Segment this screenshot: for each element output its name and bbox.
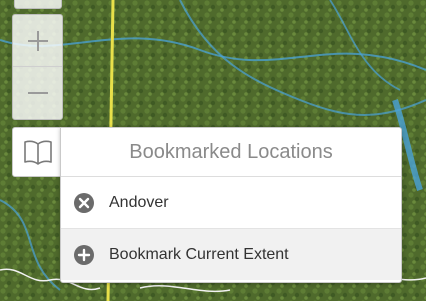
bookmark-item-label: Andover	[109, 193, 169, 211]
minus-icon	[27, 91, 48, 94]
map-control-top-stub	[14, 0, 62, 9]
bookmarks-panel-title: Bookmarked Locations	[61, 128, 401, 177]
bookmark-item-andover[interactable]: Andover	[61, 177, 401, 228]
book-icon	[23, 140, 52, 165]
plus-icon	[27, 30, 48, 51]
bookmarks-toggle-button[interactable]	[12, 127, 63, 177]
zoom-in-button[interactable]	[13, 15, 62, 66]
zoom-out-button[interactable]	[13, 66, 62, 118]
bookmark-current-extent-button[interactable]: Bookmark Current Extent	[61, 228, 401, 280]
zoom-control	[12, 14, 63, 120]
add-circle-icon	[73, 244, 95, 266]
remove-circle-icon[interactable]	[73, 192, 95, 214]
bookmark-current-extent-label: Bookmark Current Extent	[109, 245, 289, 263]
bookmarks-panel: Bookmarked Locations Andover Bookmark Cu…	[60, 127, 402, 283]
